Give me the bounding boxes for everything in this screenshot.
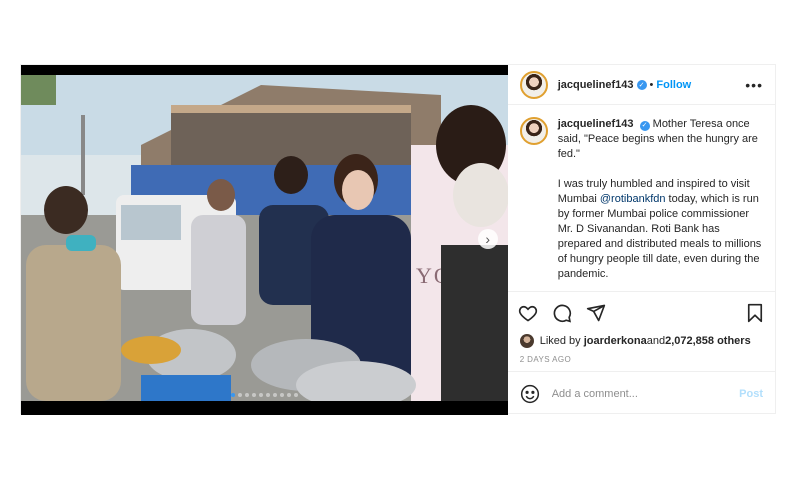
caption-body-2: today, which is run by former Mumbai pol…	[557, 193, 765, 280]
caption-username[interactable]: jacquelinef143	[558, 118, 634, 130]
post-photo: YOLO	[21, 75, 508, 401]
carousel-dot	[251, 393, 256, 397]
bookmark-icon[interactable]	[745, 303, 765, 323]
carousel-dot	[237, 393, 242, 397]
carousel-dot	[272, 393, 277, 397]
carousel-dot	[230, 393, 235, 397]
action-bar	[507, 291, 775, 333]
caption-text: jacquelinef143 ✓ Mother Teresa once said…	[558, 117, 763, 291]
emoji-icon[interactable]	[520, 384, 540, 404]
comment-input[interactable]	[551, 387, 740, 400]
carousel-dot	[265, 393, 270, 397]
post-timestamp[interactable]: 2 DAYS AGO	[508, 349, 775, 371]
heart-icon[interactable]	[518, 303, 538, 323]
likes-prefix: Liked by	[539, 335, 581, 347]
avatar[interactable]	[519, 70, 548, 99]
liker-username[interactable]: joarderkona	[584, 335, 647, 347]
carousel-dots	[21, 393, 508, 397]
post-comment-button[interactable]: Post	[739, 388, 763, 400]
instagram-post: YOLO › jacquelinef143	[20, 64, 776, 415]
comment-box: Post	[507, 371, 775, 415]
carousel-dot	[279, 393, 284, 397]
likes-count[interactable]: 2,072,858 others	[665, 335, 751, 347]
carousel-dot	[286, 393, 291, 397]
post-media[interactable]: YOLO ›	[21, 65, 508, 415]
carousel-dot	[244, 393, 249, 397]
share-icon[interactable]	[586, 303, 606, 323]
likes-row: Liked by joarderkona and 2,072,858 other…	[508, 333, 775, 349]
username-link[interactable]: jacquelinef143	[558, 79, 634, 91]
liker-avatar[interactable]	[519, 334, 534, 348]
likes-middle: and	[646, 335, 666, 347]
verified-badge-icon: ✓	[636, 79, 647, 90]
more-options-icon[interactable]: •••	[745, 77, 763, 93]
carousel-next-button[interactable]: ›	[477, 229, 498, 249]
caption-avatar[interactable]	[519, 117, 548, 145]
carousel-dot	[293, 393, 298, 397]
follow-button[interactable]: Follow	[656, 79, 691, 91]
post-sidebar: jacquelinef143 ✓ • Follow ••• jacqueline…	[507, 65, 775, 415]
chevron-right-icon: ›	[485, 231, 491, 247]
post-header: jacquelinef143 ✓ • Follow •••	[507, 65, 775, 105]
caption-body-1: Mother Teresa once said, "Peace begins w…	[557, 118, 758, 205]
verified-badge-icon: ✓	[639, 120, 650, 131]
mention-link[interactable]: @rotibankfdn	[600, 193, 666, 205]
carousel-dot	[258, 393, 263, 397]
separator-dot: •	[649, 78, 654, 91]
comment-icon[interactable]	[552, 303, 572, 323]
caption-area: jacquelinef143 ✓ Mother Teresa once said…	[508, 105, 775, 291]
